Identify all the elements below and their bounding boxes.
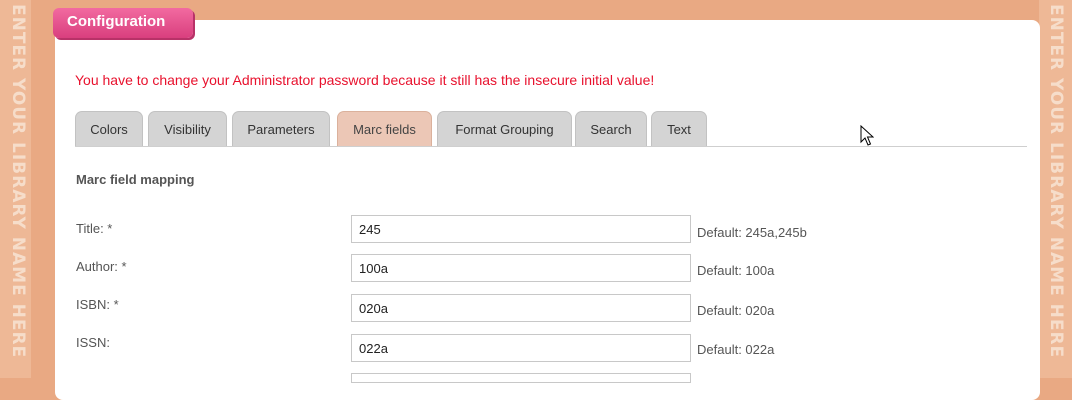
- isbn-default: Default: 020a: [697, 303, 775, 318]
- tab-text[interactable]: Text: [651, 111, 707, 146]
- field-label-issn: ISSN:: [76, 335, 110, 350]
- field-label-author: Author: *: [76, 259, 127, 274]
- tab-search[interactable]: Search: [575, 111, 647, 146]
- title-field[interactable]: [351, 215, 691, 243]
- side-banner-text: ENTER YOUR LIBRARY NAME HERE: [8, 4, 28, 359]
- tab-format-grouping[interactable]: Format Grouping: [437, 111, 572, 146]
- page-title: Configuration: [53, 8, 193, 38]
- right-side-banner: ENTER YOUR LIBRARY NAME HERE: [1039, 0, 1072, 378]
- tab-marc-fields[interactable]: Marc fields: [337, 111, 432, 146]
- tab-bar: Colors Visibility Parameters Marc fields…: [75, 111, 1027, 147]
- field-label-title: Title: *: [76, 221, 113, 236]
- tab-visibility[interactable]: Visibility: [148, 111, 227, 146]
- section-title: Marc field mapping: [76, 172, 195, 187]
- title-default: Default: 245a,245b: [697, 225, 807, 240]
- left-side-banner: ENTER YOUR LIBRARY NAME HERE: [0, 0, 31, 378]
- side-banner-text: ENTER YOUR LIBRARY NAME HERE: [1046, 4, 1066, 359]
- tab-parameters[interactable]: Parameters: [232, 111, 330, 146]
- author-field[interactable]: [351, 254, 691, 282]
- tab-colors[interactable]: Colors: [75, 111, 143, 146]
- issn-field[interactable]: [351, 334, 691, 362]
- isbn-field[interactable]: [351, 294, 691, 322]
- next-field[interactable]: [351, 373, 691, 383]
- author-default: Default: 100a: [697, 263, 775, 278]
- password-warning: You have to change your Administrator pa…: [75, 72, 655, 88]
- field-label-isbn: ISBN: *: [76, 297, 119, 312]
- mouse-cursor-icon: [860, 125, 874, 146]
- issn-default: Default: 022a: [697, 342, 775, 357]
